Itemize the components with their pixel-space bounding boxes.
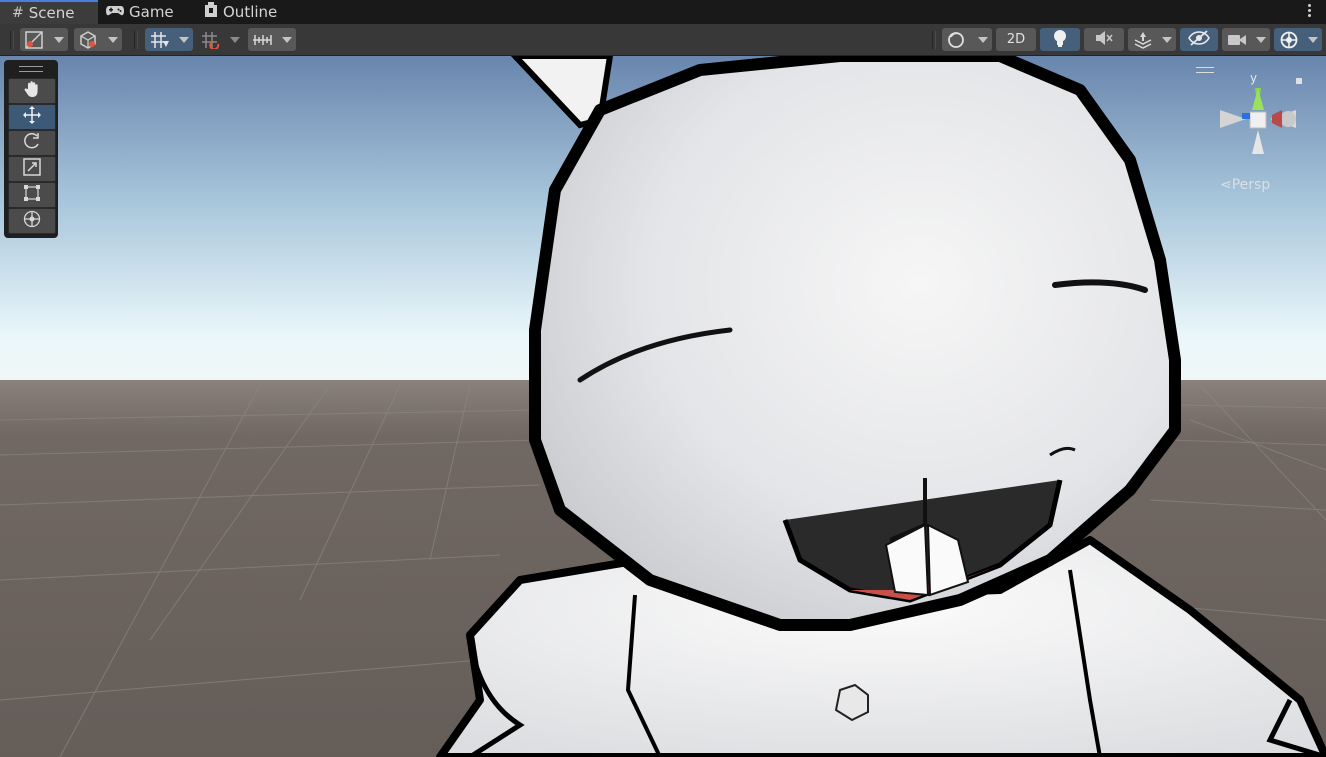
scene-toolbar: 2D — [0, 24, 1326, 56]
persp-chevron-icon: ⋖ — [1220, 177, 1232, 193]
move-tool-button[interactable] — [8, 104, 56, 130]
rect-tool-button[interactable] — [8, 182, 56, 208]
ruler-dropdown[interactable] — [248, 28, 296, 51]
audio-toggle[interactable] — [1084, 28, 1124, 51]
draw-mode-icon — [25, 31, 43, 53]
hidden-eye-icon — [1188, 29, 1210, 50]
tab-game[interactable]: Game — [106, 0, 196, 24]
toolbar-divider — [134, 31, 138, 49]
tab-scene[interactable]: # Scene — [0, 0, 98, 24]
scene-visibility-toggle[interactable] — [1180, 28, 1218, 51]
hand-tool-button[interactable] — [8, 78, 56, 104]
tab-bar: # Scene Game Outline — [0, 0, 1326, 24]
gizmos-dropdown[interactable] — [1274, 28, 1322, 51]
hand-icon — [23, 80, 41, 102]
2d-mode-label: 2D — [1006, 32, 1026, 47]
move-arrows-icon — [23, 106, 41, 128]
increment-snap-toggle[interactable] — [198, 28, 244, 51]
render-mode-dropdown[interactable] — [74, 28, 122, 51]
scale-tool-button[interactable] — [8, 156, 56, 182]
draw-mode-dropdown[interactable] — [20, 28, 68, 51]
lightbulb-icon — [1053, 29, 1067, 51]
gizmo-y-axis-label: y — [1250, 71, 1257, 85]
panel-drag-handle[interactable] — [19, 66, 43, 72]
cube-icon — [79, 31, 97, 53]
tab-game-label: Game — [129, 3, 174, 21]
lighting-toggle[interactable] — [1040, 28, 1080, 51]
tab-outline-label: Outline — [223, 3, 278, 21]
ruler-icon — [252, 32, 272, 52]
toolbar-divider — [10, 31, 14, 49]
mute-speaker-icon — [1095, 30, 1113, 50]
transform-icon — [23, 210, 41, 232]
tools-overlay — [4, 60, 58, 238]
transform-tool-button[interactable] — [8, 208, 56, 234]
scene-render — [0, 56, 1326, 757]
grid-hash-icon: # — [12, 5, 24, 21]
rotate-icon — [23, 132, 41, 154]
camera-icon — [1227, 33, 1247, 51]
layers-icon — [1133, 31, 1153, 53]
gamepad-icon — [106, 4, 124, 20]
grid-snap-toggle[interactable] — [145, 28, 193, 51]
shading-mode-dropdown[interactable] — [942, 28, 992, 51]
grid-snap-icon — [150, 31, 170, 53]
effects-dropdown[interactable] — [1128, 28, 1176, 51]
tab-scene-label: Scene — [28, 4, 75, 22]
rect-transform-icon — [23, 184, 41, 206]
rotate-tool-button[interactable] — [8, 130, 56, 156]
camera-dropdown[interactable] — [1222, 28, 1270, 51]
2d-mode-button[interactable]: 2D — [996, 28, 1036, 51]
projection-toggle[interactable]: ⋖Persp — [1220, 177, 1270, 193]
scene-viewport[interactable]: y ⋖Persp — [0, 56, 1326, 757]
tab-outline[interactable]: Outline — [204, 0, 304, 24]
outline-icon — [204, 2, 218, 22]
scale-icon — [23, 158, 41, 180]
gizmo-globe-icon — [1279, 30, 1299, 54]
toolbar-divider — [932, 31, 936, 49]
more-options-icon[interactable] — [1308, 3, 1312, 19]
projection-label: Persp — [1231, 177, 1271, 193]
increment-snap-icon — [201, 31, 221, 53]
sphere-shading-icon — [947, 31, 965, 53]
